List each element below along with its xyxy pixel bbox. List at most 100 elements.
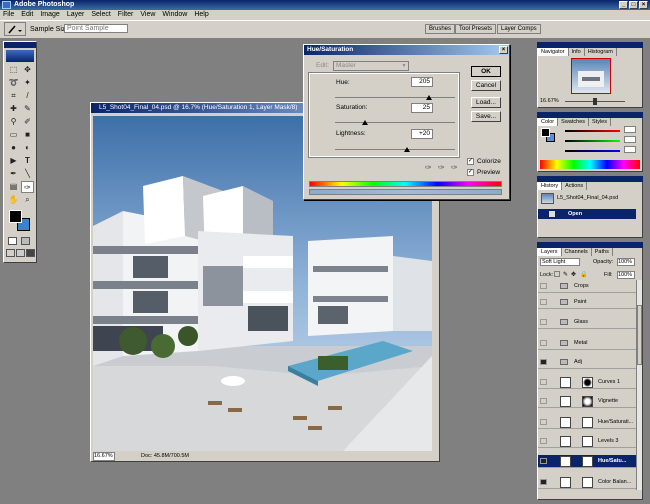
tab-info[interactable]: Info <box>569 48 585 56</box>
magic-wand-icon[interactable]: ✦ <box>21 77 34 89</box>
pen-tool-icon[interactable]: ✒ <box>7 168 20 180</box>
layers-scrollbar-thumb[interactable] <box>637 305 642 365</box>
eyedropper-minus-icon[interactable]: ✑ <box>451 163 458 172</box>
dodge-tool-icon[interactable]: ◐ <box>21 142 34 154</box>
lock-image-icon[interactable]: ✎ <box>563 271 568 278</box>
marquee-tool-icon[interactable]: ⬚ <box>7 64 20 76</box>
menu-filter[interactable]: Filter <box>118 10 134 20</box>
color-fg-swatch[interactable] <box>541 128 550 137</box>
menu-image[interactable]: Image <box>40 10 59 20</box>
hue-slider-track[interactable] <box>335 97 455 98</box>
menu-edit[interactable]: Edit <box>21 10 33 20</box>
gradient-tool-icon[interactable]: ■ <box>21 129 34 141</box>
color-ramp[interactable] <box>540 160 640 169</box>
layer-row-paint[interactable]: Paint <box>538 296 636 309</box>
blue-slider[interactable] <box>565 150 620 152</box>
blend-mode-select[interactable]: Soft Light <box>540 258 580 266</box>
blur-tool-icon[interactable]: ● <box>7 142 20 154</box>
visibility-toggle[interactable] <box>540 283 547 289</box>
red-slider[interactable] <box>565 130 620 132</box>
maximize-button[interactable]: □ <box>629 1 638 9</box>
visibility-toggle[interactable] <box>540 299 547 305</box>
layer-row-hue-saturation-selected[interactable]: Hue/Satu... <box>538 455 636 468</box>
layer-row-glass[interactable]: Glass <box>538 316 636 329</box>
hand-tool-icon[interactable]: ✋ <box>7 194 20 206</box>
crop-tool-icon[interactable]: ⌗ <box>7 90 20 102</box>
hue-slider-thumb[interactable] <box>425 95 432 100</box>
quick-mask-icon[interactable] <box>21 237 30 245</box>
navigator-thumbnail[interactable] <box>571 58 611 94</box>
visibility-toggle[interactable] <box>540 419 547 425</box>
eyedropper-icon[interactable]: ✑ <box>425 163 432 172</box>
screen-mode-standard-icon[interactable] <box>6 249 15 257</box>
eraser-tool-icon[interactable]: ▭ <box>7 129 20 141</box>
menu-file[interactable]: File <box>3 10 14 20</box>
tab-swatches[interactable]: Swatches <box>558 118 590 126</box>
visibility-toggle[interactable] <box>540 398 547 404</box>
history-snapshot-name[interactable]: L5_Shot04_Final_04.psd <box>557 195 618 201</box>
preview-checkbox[interactable]: ✓ <box>467 169 474 176</box>
healing-brush-icon[interactable]: ✚ <box>7 103 20 115</box>
history-snapshot-thumbnail[interactable] <box>541 193 554 204</box>
standard-mode-icon[interactable] <box>8 237 17 245</box>
tab-color[interactable]: Color <box>538 118 559 126</box>
layer-row-metal[interactable]: Metal <box>538 337 636 350</box>
lock-transparent-icon[interactable] <box>554 271 560 277</box>
tab-histogram[interactable]: Histogram <box>585 48 617 56</box>
visibility-toggle[interactable] <box>540 438 547 444</box>
history-brush-icon[interactable]: ✐ <box>21 116 34 128</box>
eyedropper-plus-icon[interactable]: ✑ <box>438 163 445 172</box>
path-selection-icon[interactable]: ▶ <box>7 155 20 167</box>
layer-row-vignette[interactable]: Vignette <box>538 395 636 408</box>
menu-select[interactable]: Select <box>91 10 110 20</box>
navigator-zoom-thumb[interactable] <box>593 98 597 105</box>
clone-stamp-icon[interactable]: ⚲ <box>7 116 20 128</box>
lightness-slider-thumb[interactable] <box>404 147 410 152</box>
blue-value-field[interactable] <box>624 146 636 153</box>
brush-tool-icon[interactable]: ✎ <box>21 103 34 115</box>
eye-icon[interactable] <box>540 458 547 464</box>
saturation-value-field[interactable]: 25 <box>411 103 433 113</box>
slice-tool-icon[interactable]: / <box>21 90 34 102</box>
lock-position-icon[interactable]: ✥ <box>571 271 576 278</box>
lightness-slider-track[interactable] <box>335 149 455 150</box>
saturation-slider-track[interactable] <box>335 122 455 123</box>
adobe-online-icon[interactable] <box>6 50 34 62</box>
layer-comps-well-tab[interactable]: Layer Comps <box>497 24 541 34</box>
lightness-value-field[interactable]: +20 <box>411 129 433 139</box>
opacity-field[interactable]: 100% <box>617 258 635 266</box>
layers-scrollbar[interactable] <box>636 280 642 490</box>
visibility-toggle[interactable] <box>540 340 547 346</box>
eyedropper-tool-icon[interactable]: ✑ <box>21 181 34 193</box>
eye-icon[interactable] <box>540 359 547 365</box>
tab-paths[interactable]: Paths <box>592 248 613 256</box>
visibility-toggle[interactable] <box>540 379 547 385</box>
load-button[interactable]: Load... <box>471 97 501 108</box>
layer-row-adj[interactable]: Adj <box>538 356 636 369</box>
hue-value-field[interactable]: 205 <box>411 77 433 87</box>
menu-window[interactable]: Window <box>162 10 187 20</box>
type-tool-icon[interactable]: T <box>21 155 34 167</box>
green-slider[interactable] <box>565 140 620 142</box>
foreground-color-swatch[interactable] <box>9 210 22 223</box>
brushes-well-tab[interactable]: Brushes <box>425 24 456 34</box>
lock-all-icon[interactable]: 🔒 <box>580 271 587 278</box>
tab-navigator[interactable]: Navigator <box>538 48 569 56</box>
tab-styles[interactable]: Styles <box>589 118 611 126</box>
save-button[interactable]: Save... <box>471 111 501 122</box>
menu-help[interactable]: Help <box>194 10 208 20</box>
shape-tool-icon[interactable]: ╲ <box>21 168 34 180</box>
lasso-tool-icon[interactable]: ➰ <box>7 77 20 89</box>
minimize-button[interactable]: _ <box>619 1 628 9</box>
tab-channels[interactable]: Channels <box>562 248 592 256</box>
zoom-level-field[interactable]: 16.67% <box>93 452 115 461</box>
close-button[interactable]: × <box>639 1 648 9</box>
menu-view[interactable]: View <box>140 10 155 20</box>
zoom-tool-icon[interactable]: ⌕ <box>21 194 34 206</box>
tool-presets-well-tab[interactable]: Tool Presets <box>455 24 497 34</box>
navigator-zoom-value[interactable]: 16.67% <box>540 98 559 104</box>
ok-button[interactable]: OK <box>471 66 501 77</box>
layer-row-color-balance[interactable]: Color Balan... <box>538 476 636 489</box>
fill-field[interactable]: 100% <box>617 271 635 279</box>
screen-mode-full-menu-icon[interactable] <box>16 249 25 257</box>
